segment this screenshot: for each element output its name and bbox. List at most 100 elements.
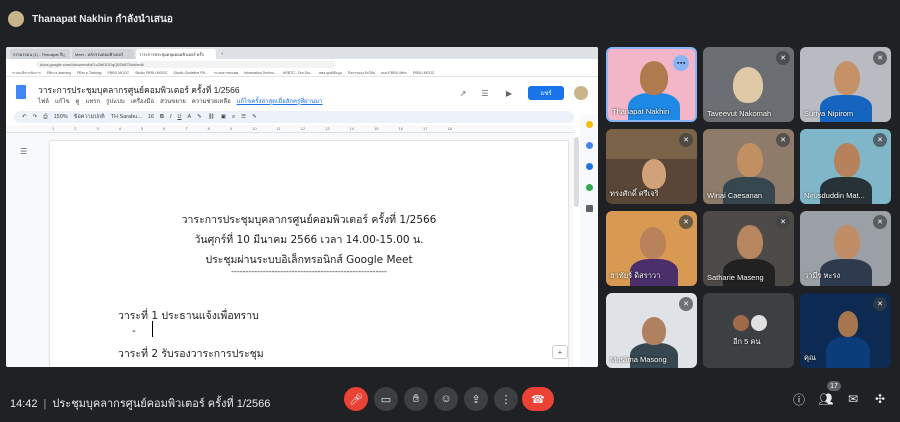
ruler: 1 2 3 4 5 6 7 8 9 10 11 12 13 14 15 16 1… [6,125,574,133]
more-options-icon[interactable]: ⋯ [673,55,689,71]
maps-icon[interactable] [585,184,593,191]
document-scrollbar[interactable] [574,137,579,207]
redo-icon[interactable]: ↷ [33,114,38,120]
mic-off-icon: 🎤︎ [349,393,363,406]
bold-icon[interactable]: B [160,114,164,120]
activities-icon[interactable]: ✣ [872,391,888,407]
participant-tile[interactable]: ✕ Suriya Nipirom [800,47,891,122]
bookmark[interactable]: กิจกรรมยุวนักวิจัย [348,70,375,76]
chat-icon[interactable]: ✉ [845,391,861,407]
shared-screen: กรรมรถอน (1) - Thanapat กี่บุ Meet - หลั… [6,47,598,367]
menu-file[interactable]: ไฟล์ [38,96,49,106]
menu-edit[interactable]: แก้ไข [55,96,70,106]
bookmark[interactable]: ARBTC - Orn Stu... [283,71,313,75]
menu-insert[interactable]: แทรก [85,96,100,106]
document-page[interactable]: วาระการประชุมบุคลากรศูนย์คอมพิวเตอร์ ครั… [50,141,568,367]
calendar-icon[interactable] [585,163,593,170]
menu-help[interactable]: ความช่วยเหลือ [192,96,231,106]
add-comment-icon[interactable]: + [552,345,568,359]
participant-name: Suriya Nipirom [804,109,854,118]
ruler-mark: 16 [398,126,403,131]
document-outline-icon[interactable]: ☰ [20,147,30,156]
participant-tile[interactable]: ✕ Taveevut Nakomah [703,47,794,122]
people-icon[interactable]: 👥︎ [818,391,834,407]
docs-toolbar: ↶ ↷ ⎙ 150% ข้อความปกติ TH Sarabu... 16 B… [14,111,574,123]
participant-tile[interactable]: ✕ วามีร หะรง [800,211,891,286]
mic-off-icon: ✕ [873,215,887,229]
ruler-mark: 11 [276,126,281,131]
others-tile[interactable]: อีก 5 คน [703,293,794,368]
italic-icon[interactable]: I [170,114,172,120]
google-docs-icon[interactable] [16,85,26,99]
menu-tools[interactable]: เครื่องมือ [131,96,154,106]
link-icon[interactable]: ⛓ [208,114,215,120]
more-options-button[interactable]: ⋮ [494,387,518,411]
bookmark[interactable]: PBru e-Training [77,71,101,75]
participant-count-badge: 17 [827,381,841,391]
share-button[interactable]: แชร์ [528,86,564,100]
menu-extensions[interactable]: ส่วนขยาย [160,96,186,106]
bookmark[interactable]: ระบบบริหารจัดการ [12,70,41,76]
participant-tile[interactable]: ✕ Muslima Masong [606,293,697,368]
style-select[interactable]: ข้อความปกติ [74,113,105,121]
participant-tile[interactable]: ✕ Winai Caesanan [703,129,794,204]
participant-name: วามีร หะรง [804,271,841,280]
keep-icon[interactable] [585,121,593,128]
font-select[interactable]: TH Sarabu... [111,114,142,120]
emoji-button[interactable]: ☺ [434,387,458,411]
comment-history-icon[interactable]: ☰ [480,88,490,98]
browser-tab[interactable]: Meet - หลักรรมคอมพิวเตอร์ [72,49,134,59]
present-button[interactable]: ⇪ [464,387,488,411]
bookmark[interactable]: Information Techno... [244,71,277,75]
participant-tile[interactable]: ✕ ทรงศักดิ์ ศรีเจริ [606,129,697,204]
bookmark[interactable]: ลมย PBRU Wiriv [381,70,407,76]
doc-heading-2: วันศุกร์ที่ 10 มีนาคม 2566 เวลา 14.00-15… [194,234,424,246]
participant-tile[interactable]: ✕ Satharie Maseng [703,211,794,286]
bookmark[interactable]: PBRU MOOC [413,71,435,75]
more-vert-icon: ⋮ [500,393,512,406]
bookmark[interactable]: Studio PBRU MOOC [135,71,167,75]
new-tab-button[interactable]: + [218,49,226,59]
underline-icon[interactable]: U [177,114,181,120]
ruler-mark: 6 [163,126,166,131]
participant-tile[interactable]: ⋯ Thanapat Nakhin [606,47,697,122]
account-avatar[interactable] [574,86,588,100]
add-on-icon[interactable] [585,205,593,212]
list-icon[interactable]: ☰ [241,114,246,120]
image-icon[interactable]: ▣ [221,114,226,120]
bookmark[interactable]: สพอ.ศูนย์ข้อมูล [319,70,342,76]
menu-view[interactable]: ดู [76,96,80,106]
self-tile[interactable]: ✕ คุณ [800,293,891,368]
align-icon[interactable]: ≡ [232,114,235,120]
editing-mode-icon[interactable]: ✎ [252,114,257,120]
meeting-details-icon[interactable]: ⓘ [791,391,807,407]
print-icon[interactable]: ⎙ [43,114,47,121]
mic-off-icon: ✕ [873,51,887,65]
url-field[interactable]: docs.google.com/document/d/1u2lbDDGqQ6Zk… [36,60,336,68]
tasks-icon[interactable] [585,142,593,149]
bookmark[interactable]: Studio Guideline PB... [174,71,208,75]
raise-hand-button[interactable]: ✋︎ [404,387,428,411]
end-call-button[interactable]: ☎ [522,387,554,411]
undo-icon[interactable]: ↶ [22,114,27,120]
document-title[interactable]: วาระการประชุมบุคลากรศูนย์คอมพิวเตอร์ ครั… [38,83,240,97]
menu-format[interactable]: รูปแบบ [106,96,125,106]
bookmarks-bar: ระบบบริหารจัดการ PBru e-learning PBru e-… [6,69,598,77]
highlight-icon[interactable]: ✎ [197,114,202,120]
browser-tab-active[interactable]: วาระการประชุมคลุมคอมพิวเตอร์ ครั้ง [136,49,216,59]
participant-tile[interactable]: ✕ Nirusduddin Mat... [800,129,891,204]
bookmark[interactable]: PBru e-learning [47,71,71,75]
bookmark[interactable]: PBRU MOOC [107,71,129,75]
ruler-mark: 12 [300,126,306,131]
bookmark[interactable]: ระบบสารสนเทศ [214,70,238,76]
font-size-input[interactable]: 16 [148,114,154,120]
activity-icon[interactable]: ↗ [458,88,468,98]
participant-tile[interactable]: ✕ ฮาทัยร์ ดิสราวา [606,211,697,286]
meet-icon[interactable]: ▶ [504,88,514,98]
last-edit-link[interactable]: แก้ไขครั้งล่าสุดเมื่อสักครู่ที่ผ่านมา [237,96,323,106]
browser-tab[interactable]: กรรมรถอน (1) - Thanapat กี่บุ [10,49,70,59]
mic-toggle-button[interactable]: 🎤︎ [344,387,368,411]
text-color-icon[interactable]: A [187,114,191,120]
zoom-select[interactable]: 150% [54,114,68,120]
camera-toggle-button[interactable]: ▭ [374,387,398,411]
